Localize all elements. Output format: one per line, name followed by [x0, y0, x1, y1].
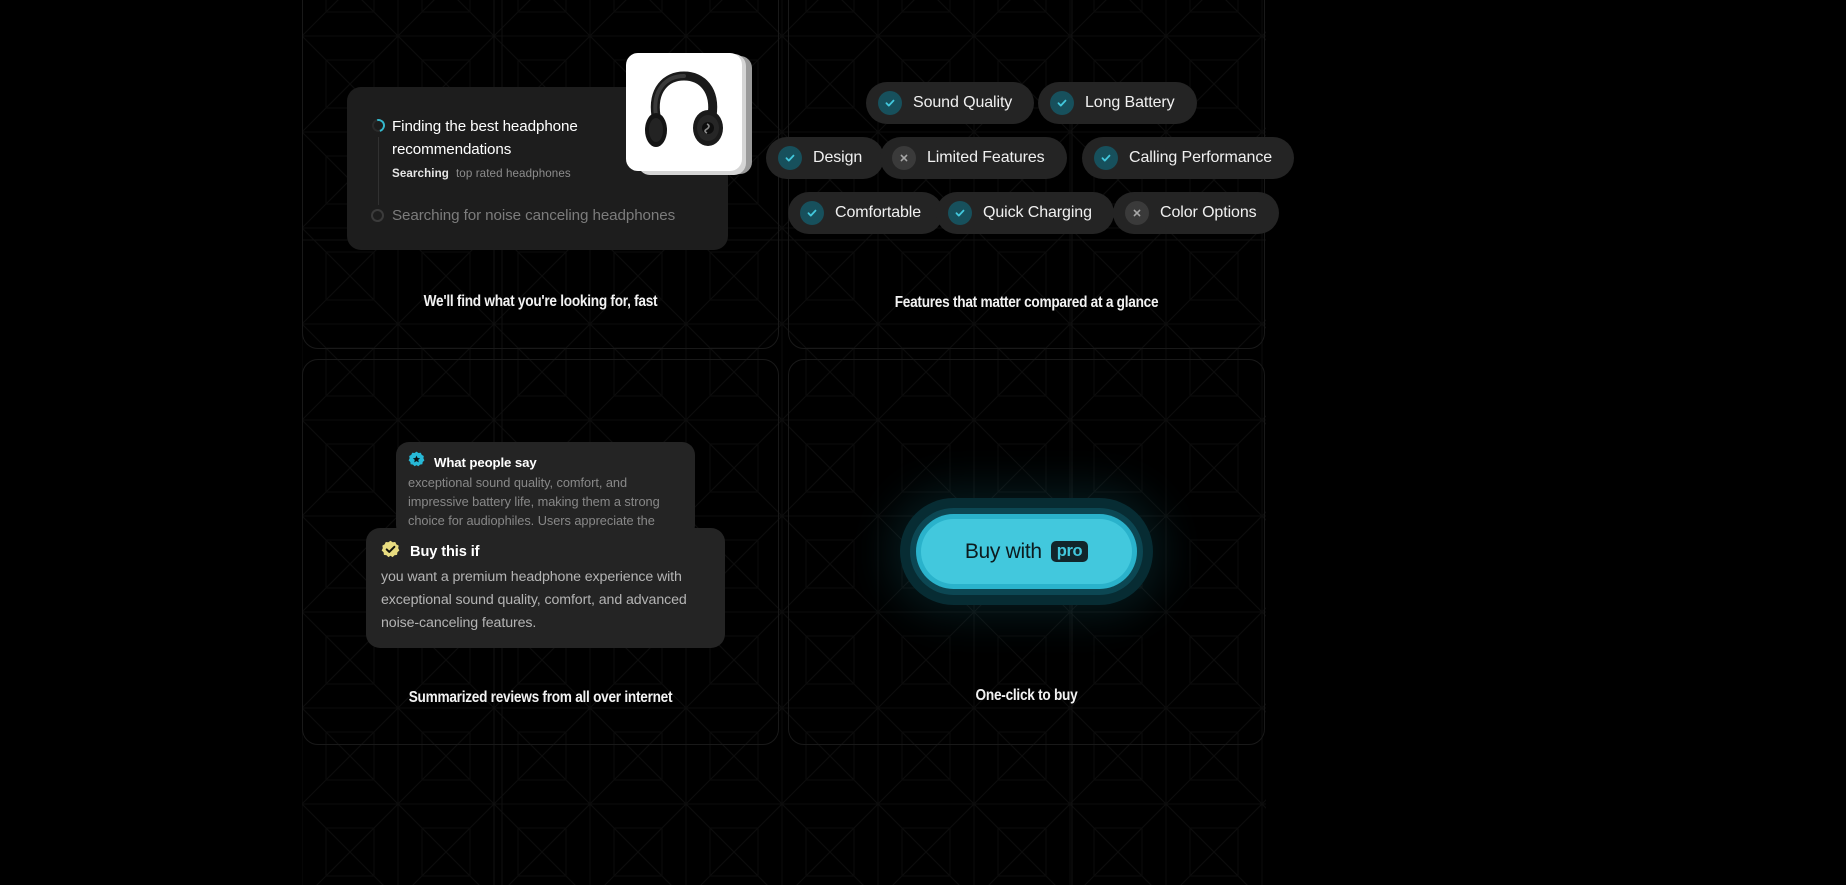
feature-pill-color-options[interactable]: Color Options [1113, 192, 1279, 234]
buy-this-if-body: you want a premium headphone experience … [381, 569, 687, 631]
product-image-card [626, 53, 742, 171]
feature-pill-label: Limited Features [927, 149, 1045, 166]
caption-search: We'll find what you're looking for, fast [423, 293, 658, 310]
feature-pill-label: Design [813, 149, 863, 166]
what-people-say-title: What people say [434, 454, 537, 470]
button-face[interactable]: Buy with pro [921, 519, 1132, 584]
search-step-1-query: top rated headphones [455, 167, 571, 180]
what-people-say-body: exceptional sound quality, comfort, and … [408, 475, 660, 528]
feature-pill-sound-quality[interactable]: Sound Quality [866, 82, 1035, 124]
caption-checkout: One-click to buy [975, 687, 1078, 704]
feature-pill-design[interactable]: Design [766, 137, 885, 179]
product-image-stack [626, 53, 754, 177]
check-icon [778, 146, 802, 170]
search-step-1-subtitle: Searching top rated headphones [392, 167, 571, 180]
cross-icon [1125, 201, 1149, 225]
feature-pill-comfortable[interactable]: Comfortable [788, 192, 944, 234]
headphones-icon [645, 71, 723, 147]
feature-pill-label: Comfortable [835, 204, 922, 221]
caption-features: Features that matter compared at a glanc… [894, 294, 1159, 311]
check-icon [948, 201, 972, 225]
check-icon [1094, 146, 1118, 170]
check-icon [800, 201, 824, 225]
search-step-2-title: Searching for noise canceling headphones [392, 207, 676, 224]
check-icon [1050, 91, 1074, 115]
buy-this-if-header: Buy this if [381, 540, 480, 564]
cross-icon [892, 146, 916, 170]
pro-badge: pro [1050, 540, 1089, 563]
feature-pill-label: Calling Performance [1129, 149, 1273, 166]
check-icon [878, 91, 902, 115]
buy-this-if-title: Buy this if [410, 544, 480, 560]
buy-button-label: Buy with [964, 539, 1042, 563]
feature-pill-label: Sound Quality [913, 94, 1013, 111]
app-root: Finding the best headphone recommendatio… [0, 0, 1846, 885]
caption-reviews: Summarized reviews from all over interne… [408, 689, 673, 706]
feature-pill-label: Long Battery [1085, 94, 1175, 111]
buy-with-pro-button[interactable]: Buy with pro [900, 498, 1153, 605]
step-pending-icon [371, 209, 384, 222]
step-connector-line [378, 137, 379, 205]
feature-pill-quick-charging[interactable]: Quick Charging [936, 192, 1114, 234]
feature-pill-label: Quick Charging [983, 204, 1092, 221]
search-step-1-status: Searching [392, 167, 449, 180]
feature-pill-label: Color Options [1160, 204, 1257, 221]
feature-pill-limited-features[interactable]: Limited Features [880, 137, 1067, 179]
feature-pill-long-battery[interactable]: Long Battery [1038, 82, 1197, 124]
star-badge-icon [408, 451, 425, 473]
feature-pill-calling-performance[interactable]: Calling Performance [1082, 137, 1295, 179]
what-people-say-header: What people say [408, 451, 537, 473]
verified-check-badge-icon [381, 540, 400, 564]
